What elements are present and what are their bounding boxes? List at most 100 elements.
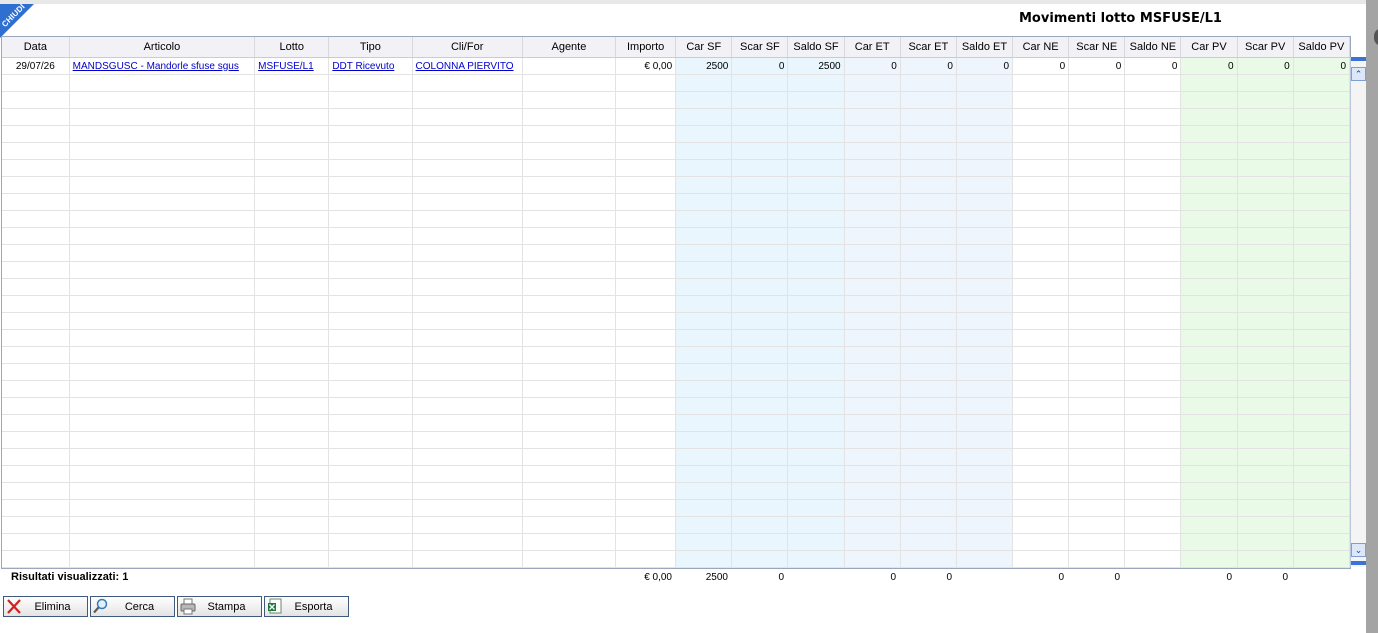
cell-car-et: 0 [843,57,901,75]
empty-cell [1237,329,1294,347]
col-header-saldo-pv[interactable]: Saldo PV [1293,37,1350,58]
chevron-up-icon[interactable]: ⌃ [1351,67,1366,81]
empty-cell [2,261,70,279]
clifor-link[interactable]: COLONNA PIERVITO [416,61,514,72]
empty-cell [1293,550,1350,568]
empty-cell [522,227,617,245]
empty-cell [787,227,845,245]
empty-cell [2,295,70,313]
empty-cell [522,142,617,160]
empty-cell [1180,567,1238,568]
table-row[interactable]: 29/07/26 MANDSGUSC - Mandorle sfuse sgus… [2,57,1350,75]
empty-row [2,465,1350,483]
empty-row [2,244,1350,262]
empty-cell [1293,363,1350,381]
empty-cell [1293,244,1350,262]
empty-cell [412,108,523,126]
empty-cell [254,465,330,483]
empty-cell [900,431,957,449]
empty-cell [1012,159,1070,177]
col-header-agente[interactable]: Agente [522,37,617,58]
empty-cell [412,295,523,313]
col-header-saldo-et[interactable]: Saldo ET [956,37,1014,58]
empty-cell [731,312,789,330]
empty-cell [1237,499,1294,517]
empty-cell [1293,125,1350,143]
empty-cell [843,295,901,313]
empty-cell [254,363,330,381]
empty-cell [522,346,617,364]
articolo-link[interactable]: MANDSGUSC - Mandorle sfuse sgus [73,61,239,72]
col-header-scar-et[interactable]: Scar ET [900,37,957,58]
empty-cell [900,91,957,109]
col-header-car-sf[interactable]: Car SF [675,37,733,58]
empty-cell [787,499,845,517]
col-header-car-pv[interactable]: Car PV [1180,37,1238,58]
empty-cell [1293,278,1350,296]
empty-cell [1068,227,1126,245]
empty-cell [731,74,789,92]
empty-cell [522,261,617,279]
empty-cell [522,397,617,415]
col-header-tipo[interactable]: Tipo [328,37,413,58]
empty-cell [1237,210,1294,228]
empty-cell [412,244,523,262]
chevron-down-icon[interactable]: ⌄ [1351,543,1366,557]
print-button[interactable]: Stampa [177,596,262,617]
empty-cell [1180,533,1238,551]
empty-cell [900,193,957,211]
empty-cell [843,278,901,296]
vertical-scrollbar[interactable]: ⌃ ⌄ [1350,57,1367,567]
lotto-link[interactable]: MSFUSE/L1 [258,61,314,72]
empty-cell [1293,312,1350,330]
empty-cell [412,312,523,330]
empty-cell [69,516,256,534]
empty-cell [1012,312,1070,330]
empty-cell [1012,397,1070,415]
empty-cell [69,125,256,143]
empty-row [2,346,1350,364]
search-button[interactable]: Cerca [90,596,175,617]
col-header-car-ne[interactable]: Car NE [1012,37,1070,58]
col-header-scar-pv[interactable]: Scar PV [1237,37,1294,58]
empty-cell [675,142,733,160]
empty-cell [2,108,70,126]
empty-cell [615,431,677,449]
empty-cell [1293,567,1350,568]
empty-cell [328,74,413,92]
col-header-lotto[interactable]: Lotto [254,37,330,58]
empty-cell [1012,91,1070,109]
empty-cell [1012,414,1070,432]
empty-cell [69,567,256,568]
empty-cell [2,431,70,449]
empty-cell [1237,363,1294,381]
empty-cell [412,380,523,398]
empty-cell [731,533,789,551]
export-button[interactable]: Esporta [264,596,349,617]
col-header-saldo-sf[interactable]: Saldo SF [787,37,845,58]
top-border [0,0,1366,4]
col-header-articolo[interactable]: Articolo [69,37,256,58]
col-header-scar-ne[interactable]: Scar NE [1068,37,1126,58]
col-header-data[interactable]: Data [2,37,70,58]
cell-saldo-ne: 0 [1124,57,1182,75]
empty-cell [254,397,330,415]
empty-cell [412,533,523,551]
tipo-link[interactable]: DDT Ricevuto [332,61,394,72]
col-header-clifor[interactable]: Cli/For [412,37,523,58]
cell-saldo-sf: 2500 [787,57,845,75]
empty-cell [675,465,733,483]
col-header-car-et[interactable]: Car ET [843,37,901,58]
col-header-saldo-ne[interactable]: Saldo NE [1124,37,1182,58]
empty-cell [843,516,901,534]
empty-cell [2,91,70,109]
empty-cell [787,193,845,211]
header-row: Data Articolo Lotto Tipo Cli/For Agente … [2,37,1350,58]
col-header-scar-sf[interactable]: Scar SF [731,37,789,58]
empty-cell [956,329,1014,347]
empty-cell [843,397,901,415]
delete-button[interactable]: Elimina [3,596,88,617]
empty-cell [1068,431,1126,449]
col-header-importo[interactable]: Importo [615,37,677,58]
empty-cell [1068,244,1126,262]
